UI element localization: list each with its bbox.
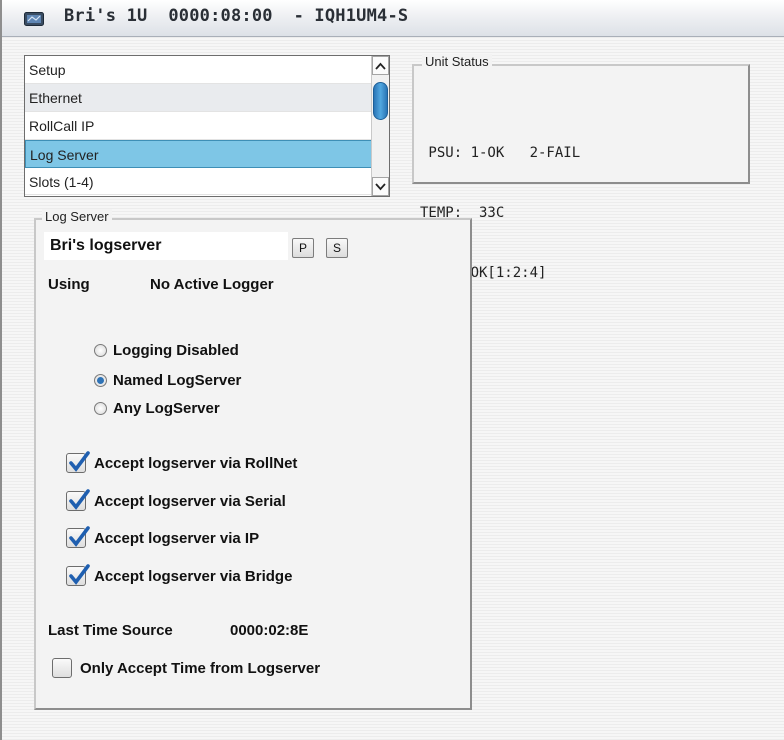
scroll-up-button[interactable]: [372, 56, 389, 75]
using-value: No Active Logger: [150, 276, 274, 293]
radio-selected-icon[interactable]: [94, 374, 107, 387]
list-item-ethernet[interactable]: Ethernet: [25, 84, 373, 112]
checkbox-checked-icon[interactable]: [66, 489, 90, 511]
radio-logging-disabled[interactable]: Logging Disabled: [94, 342, 239, 359]
list-item-slots[interactable]: Slots (1-4): [25, 168, 373, 195]
app-window: Bri's 1U 0000:08:00 - IQH1UM4-S Setup Et…: [0, 0, 784, 740]
unit-status-panel: Unit Status PSU: 1-OK 2-FAIL TEMP: 33C F…: [412, 54, 750, 281]
radio-icon[interactable]: [94, 402, 107, 415]
checkbox-unchecked-icon[interactable]: [52, 658, 72, 678]
radio-icon[interactable]: [94, 344, 107, 357]
list-scrollbar[interactable]: [371, 56, 389, 196]
p-button[interactable]: P: [292, 238, 314, 258]
log-server-legend: Log Server: [42, 209, 112, 224]
window-app-icon: [24, 12, 44, 26]
checkbox-label: Accept logserver via IP: [94, 529, 260, 547]
scroll-down-button[interactable]: [372, 177, 389, 196]
unit-status-legend: Unit Status: [422, 54, 492, 69]
checkbox-bridge[interactable]: Accept logserver via Bridge: [66, 564, 293, 586]
list-item-rollcall-ip[interactable]: RollCall IP: [25, 112, 373, 140]
log-server-panel: Log Server P S Using No Active Logger Lo…: [34, 209, 472, 710]
s-button[interactable]: S: [326, 238, 348, 258]
list-item-setup[interactable]: Setup: [25, 56, 373, 84]
using-label: Using: [48, 276, 90, 293]
checkbox-serial[interactable]: Accept logserver via Serial: [66, 489, 286, 511]
radio-named-logserver[interactable]: Named LogServer: [94, 372, 241, 389]
psu-status: PSU: 1-OK 2-FAIL: [420, 145, 581, 161]
title-bar: Bri's 1U 0000:08:00 - IQH1UM4-S: [2, 0, 784, 37]
checkbox-rollnet[interactable]: Accept logserver via RollNet: [66, 451, 298, 473]
chevron-down-icon: [375, 183, 386, 191]
checkbox-only-accept-time[interactable]: Only Accept Time from Logserver: [52, 658, 320, 678]
checkbox-ip[interactable]: Accept logserver via IP: [66, 526, 260, 548]
list-item-log-server[interactable]: Log Server: [25, 140, 373, 168]
checkbox-label: Only Accept Time from Logserver: [80, 659, 321, 677]
checkbox-checked-icon[interactable]: [66, 451, 90, 473]
checkbox-label: Accept logserver via Bridge: [94, 567, 293, 585]
checkbox-checked-icon[interactable]: [66, 526, 90, 548]
checkbox-checked-icon[interactable]: [66, 564, 90, 586]
checkbox-label: Accept logserver via Serial: [94, 492, 286, 510]
chevron-up-icon: [375, 62, 386, 70]
logserver-name-input[interactable]: [44, 232, 288, 260]
radio-label: Logging Disabled: [113, 342, 239, 359]
radio-label: Any LogServer: [113, 400, 220, 417]
window-title: Bri's 1U 0000:08:00 - IQH1UM4-S: [64, 6, 409, 26]
section-list[interactable]: Setup Ethernet RollCall IP Log Server Sl…: [24, 55, 390, 197]
radio-label: Named LogServer: [113, 372, 242, 389]
last-time-source-value: 0000:02:8E: [230, 622, 309, 639]
last-time-source-label: Last Time Source: [48, 622, 173, 639]
scroll-thumb[interactable]: [373, 82, 388, 120]
checkbox-label: Accept logserver via RollNet: [94, 454, 298, 472]
radio-any-logserver[interactable]: Any LogServer: [94, 400, 220, 417]
